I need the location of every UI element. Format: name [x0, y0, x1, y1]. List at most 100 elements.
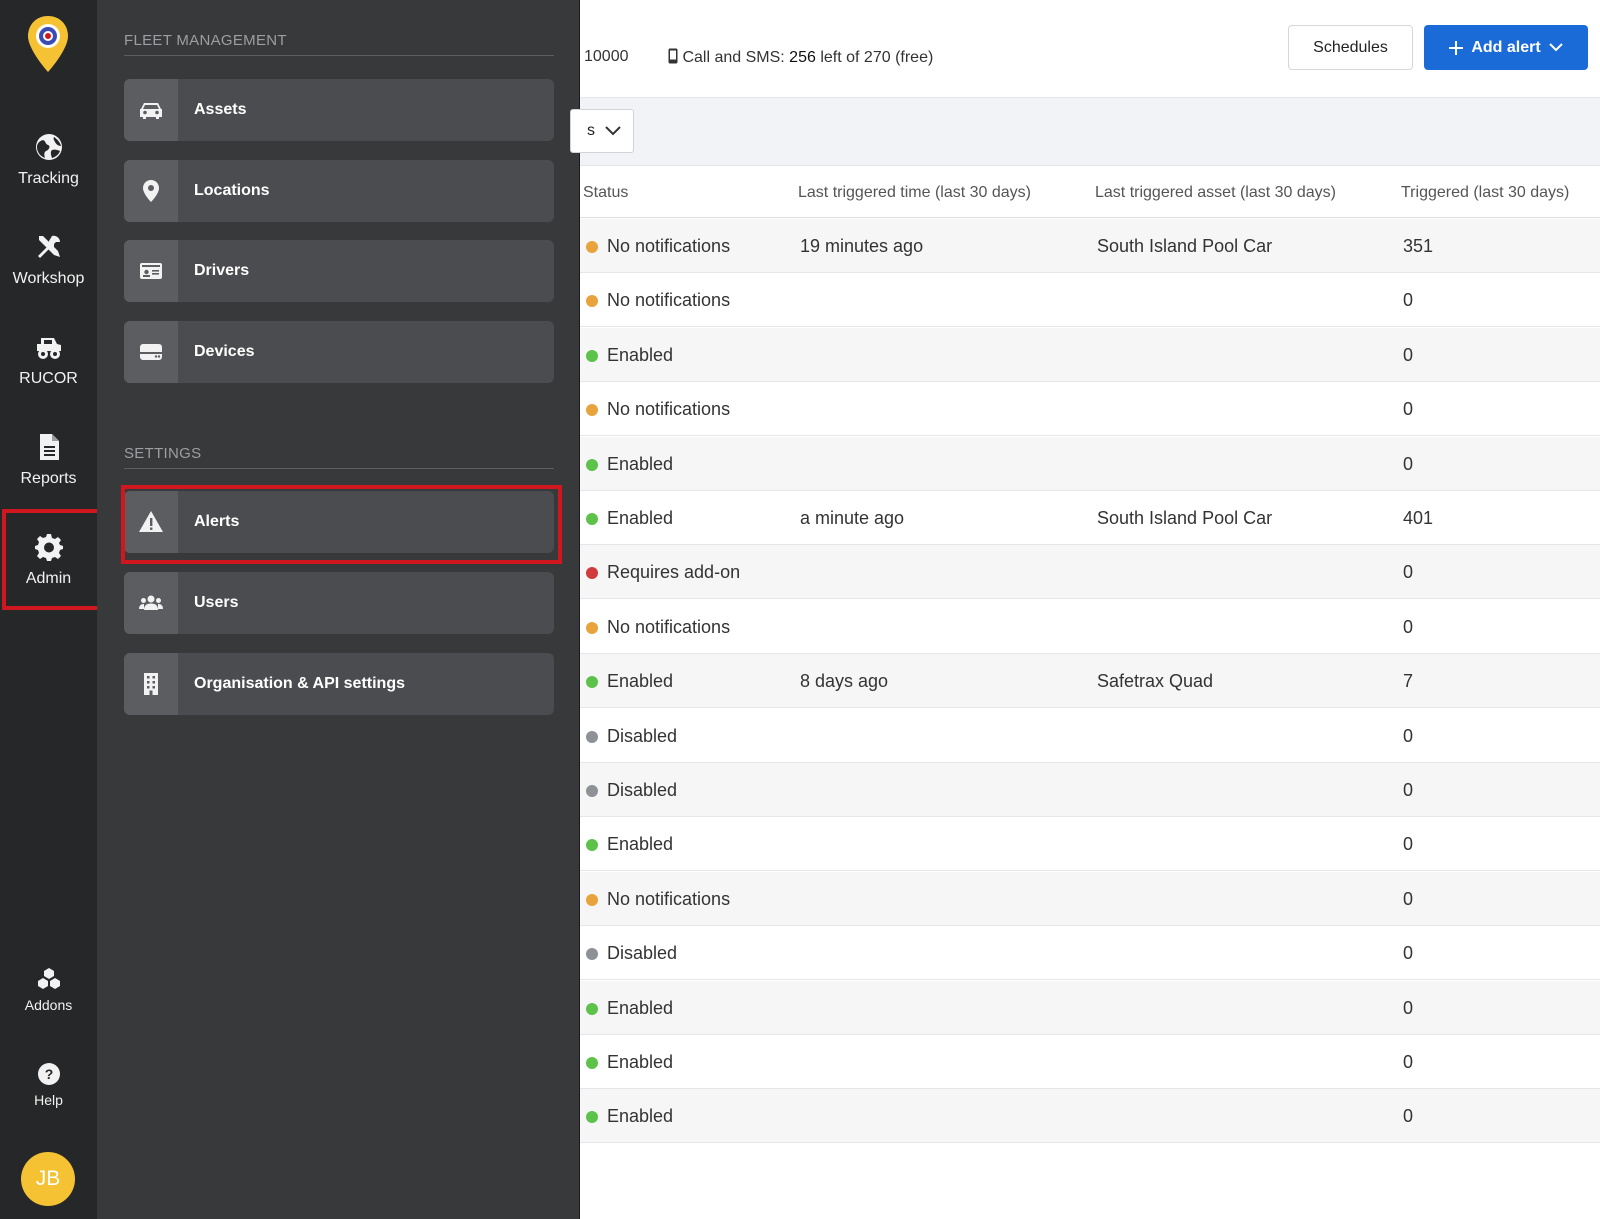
add-alert-label: Add alert	[1471, 38, 1541, 56]
rail-item-admin[interactable]: Admin	[0, 515, 97, 605]
status-dot-icon	[586, 839, 598, 852]
help-icon: ?	[37, 1063, 60, 1085]
table-row[interactable]: Enabled 8 days ago Safetrax Quad 7	[580, 654, 1600, 709]
globe-icon	[35, 134, 62, 160]
triggered-count-cell: 0	[1403, 1052, 1414, 1072]
status-cell: No notifications	[607, 888, 731, 909]
triggered-count-cell: 0	[1403, 780, 1414, 800]
status-dot-icon	[586, 241, 598, 253]
status-cell: Enabled	[607, 344, 674, 365]
cubes-icon	[37, 968, 60, 989]
rail-item-label: Reports	[20, 470, 77, 487]
header-status[interactable]: Status	[583, 184, 628, 202]
sms-left-of: left of	[820, 49, 860, 66]
filter-dropdown[interactable]: s	[570, 109, 634, 153]
table-row[interactable]: No notifications 0	[580, 600, 1600, 654]
table-row[interactable]: Disabled 0	[580, 709, 1600, 763]
id-card-icon	[140, 263, 162, 279]
triggered-count-cell: 0	[1403, 616, 1414, 637]
triggered-count-cell: 0	[1403, 725, 1414, 746]
rail-item-workshop[interactable]: Workshop	[0, 215, 97, 305]
header-triggered-count[interactable]: Triggered (last 30 days)	[1401, 184, 1569, 202]
filter-bar: s	[570, 98, 1600, 166]
table-row[interactable]: Enabled 0	[580, 327, 1600, 382]
table-row[interactable]: No notifications 0	[580, 871, 1600, 926]
menu-item-organisation[interactable]: Organisation & API settings	[124, 653, 554, 715]
status-dot-icon	[586, 513, 598, 525]
status-cell: Disabled	[607, 943, 678, 964]
section-title-settings: SETTINGS	[124, 445, 554, 469]
table-row[interactable]: Enabled 0	[580, 1089, 1600, 1144]
status-cell: No notifications	[607, 399, 731, 420]
menu-item-drivers[interactable]: Drivers	[124, 240, 554, 302]
report-icon	[39, 434, 59, 460]
status-cell: Enabled	[607, 997, 674, 1018]
triggered-count-cell: 0	[1403, 1106, 1414, 1127]
status-cell: Requires add-on	[607, 562, 741, 583]
table-row[interactable]: Enabled a minute ago South Island Pool Car…	[580, 491, 1600, 545]
header-last-triggered-time[interactable]: Last triggered time (last 30 days)	[798, 184, 1031, 202]
table-row[interactable]: No notifications 0	[580, 382, 1600, 437]
menu-item-users[interactable]: Users	[124, 572, 554, 634]
svg-text:?: ?	[44, 1066, 53, 1082]
status-dot-icon	[586, 785, 598, 797]
rail-item-tracking[interactable]: Tracking	[0, 115, 97, 205]
status-cell: No notifications	[607, 236, 731, 256]
status-dot-icon	[586, 458, 598, 471]
menu-item-label: Locations	[194, 182, 270, 199]
last-triggered-time-cell: a minute ago	[800, 508, 905, 528]
schedules-button[interactable]: Schedules	[1288, 25, 1413, 70]
car-icon	[140, 103, 162, 119]
table-row[interactable]: No notifications 0	[580, 273, 1600, 328]
table-row[interactable]: Disabled 0	[580, 763, 1600, 817]
rail-item-label: Admin	[25, 570, 72, 587]
last-triggered-time-cell: 19 minutes ago	[800, 236, 924, 256]
table-row[interactable]: Enabled 0	[580, 1035, 1600, 1089]
triggered-count-cell: 0	[1403, 943, 1414, 964]
menu-item-alerts[interactable]: Alerts	[124, 491, 554, 553]
status-dot-icon	[586, 730, 598, 743]
triggered-count-cell: 0	[1403, 453, 1414, 474]
menu-item-locations[interactable]: Locations	[124, 160, 554, 222]
status-dot-icon	[586, 948, 598, 961]
add-alert-button[interactable]: Add alert	[1424, 25, 1588, 70]
status-cell: Disabled	[607, 725, 678, 746]
triggered-count-cell: 0	[1403, 888, 1414, 909]
table-row[interactable]: Enabled 0	[580, 436, 1600, 491]
status-cell: Enabled	[607, 453, 674, 474]
user-avatar[interactable]: JB	[21, 1152, 75, 1206]
table-row[interactable]: Disabled 0	[580, 926, 1600, 981]
gear-icon	[34, 534, 63, 561]
table-row[interactable]: Requires add-on 0	[580, 545, 1600, 600]
rail-item-reports[interactable]: Reports	[0, 415, 97, 505]
rail-item-rucor[interactable]: RUCOR	[0, 315, 97, 405]
warning-icon	[139, 511, 163, 532]
table-row[interactable]: No notifications 19 minutes ago South Isla…	[580, 219, 1600, 273]
section-title-fleet: FLEET MANAGEMENT	[124, 32, 554, 56]
rail-item-label: Addons	[24, 997, 73, 1013]
sms-label: Call and SMS:	[682, 49, 785, 66]
chevron-down-icon	[605, 126, 621, 136]
status-cell: Enabled	[607, 1052, 674, 1072]
status-cell: Disabled	[607, 780, 678, 800]
header-last-triggered-asset[interactable]: Last triggered asset (last 30 days)	[1095, 184, 1336, 202]
last-triggered-asset-cell: South Island Pool Car	[1097, 508, 1273, 528]
menu-item-label: Organisation & API settings	[194, 675, 405, 692]
rail-item-addons[interactable]: Addons	[0, 945, 97, 1035]
filter-dropdown-value: s	[587, 122, 595, 139]
chevron-down-icon	[1548, 43, 1563, 52]
phone-icon	[668, 48, 678, 64]
table-row[interactable]: Enabled 0	[580, 817, 1600, 872]
tools-icon	[37, 235, 60, 258]
triggered-count-cell: 0	[1403, 290, 1414, 311]
rail-item-help[interactable]: ? Help	[0, 1040, 97, 1130]
menu-item-assets[interactable]: Assets	[124, 79, 554, 141]
status-cell: Enabled	[607, 508, 674, 528]
triggered-count-cell: 0	[1403, 997, 1414, 1018]
triggered-count-cell: 0	[1403, 399, 1414, 420]
table-row[interactable]: Enabled 0	[580, 980, 1600, 1035]
sms-quota: Call and SMS: 256 left of 270 (free)	[668, 48, 933, 67]
triggered-count-cell: 0	[1403, 834, 1414, 855]
last-triggered-time-cell: 8 days ago	[800, 671, 889, 692]
menu-item-devices[interactable]: Devices	[124, 321, 554, 383]
